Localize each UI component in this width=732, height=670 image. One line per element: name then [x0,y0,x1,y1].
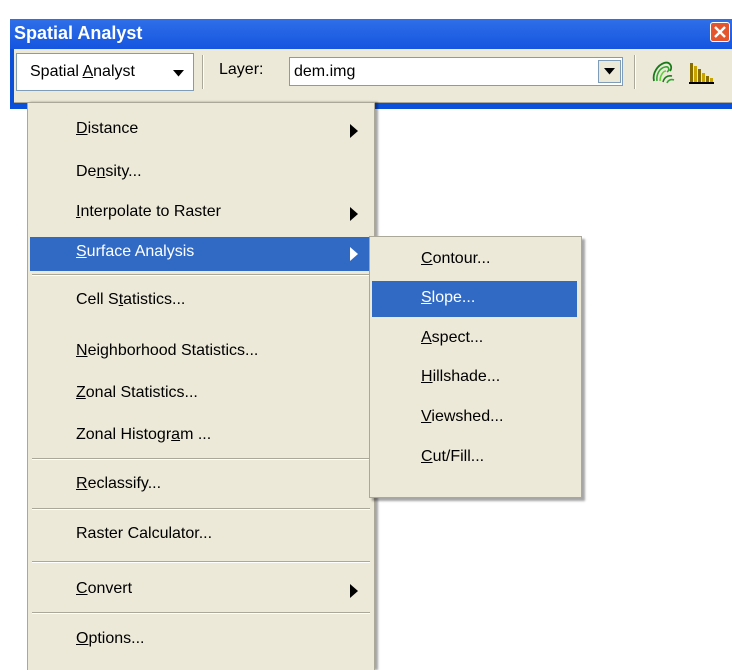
close-button[interactable] [710,22,730,42]
submenu-item-slope[interactable]: Slope... [372,281,577,317]
submenu-item-hillshade[interactable]: Hillshade... [372,360,577,396]
spatial-analyst-menu-button[interactable]: Spatial Analyst [16,53,194,91]
submenu-arrow-icon [350,124,358,138]
toolbar-body: Spatial Analyst Layer: dem.img [14,49,732,103]
menu-item-label: Options... [76,630,145,647]
submenu-item-label: Slope... [421,289,476,306]
spatial-analyst-toolbar: Spatial Analyst Spatial Analyst Layer: d… [10,19,732,109]
menu-item-label: Interpolate to Raster [76,203,221,220]
submenu-item-label: Viewshed... [421,408,504,425]
submenu-item-viewshed[interactable]: Viewshed... [372,400,577,436]
menu-item-label: Zonal Statistics... [76,384,198,401]
menu-item-label: Distance [76,120,139,137]
title-bar[interactable]: Spatial Analyst [10,19,732,49]
submenu-item-label: Aspect... [421,329,484,346]
surface-analysis-submenu: Contour... Slope... Aspect... Hillshade.… [369,236,582,498]
toolbar-separator [202,55,204,89]
toolbar-separator [634,55,636,89]
menu-item-options[interactable]: Options... [30,624,372,658]
menu-separator [32,274,370,276]
menu-item-label: Cell Statistics... [76,291,186,308]
menu-item-cell-statistics[interactable]: Cell Statistics... [30,285,372,319]
menu-item-label: Neighborhood Statistics... [76,342,259,359]
layer-select[interactable]: dem.img [289,57,623,86]
menu-separator [32,508,370,510]
layer-dropdown-button[interactable] [598,60,621,83]
menu-item-raster-calculator[interactable]: Raster Calculator... [30,519,372,553]
create-contours-icon[interactable] [650,59,676,85]
submenu-arrow-icon [350,584,358,598]
spatial-analyst-menu: Distance Density... Interpolate to Raste… [27,102,375,670]
menu-separator [32,612,370,614]
menu-item-zonal-histogram[interactable]: Zonal Histogram ... [30,420,372,454]
histogram-icon[interactable] [688,60,714,86]
menu-item-density[interactable]: Density... [30,157,372,191]
menu-item-label: Convert [76,580,133,597]
menu-item-interpolate-to-raster[interactable]: Interpolate to Raster [30,197,372,231]
triangle-down-icon [604,68,615,75]
submenu-arrow-icon [350,247,358,261]
menu-item-label: Raster Calculator... [76,525,213,542]
close-icon [714,26,726,38]
submenu-item-label: Hillshade... [421,368,501,385]
menu-separator [32,561,370,563]
submenu-item-label: Cut/Fill... [421,448,485,465]
submenu-item-cut-fill[interactable]: Cut/Fill... [372,440,577,476]
menu-item-zonal-statistics[interactable]: Zonal Statistics... [30,378,372,412]
submenu-item-label: Contour... [421,250,491,267]
triangle-down-icon [173,70,184,77]
submenu-item-contour[interactable]: Contour... [372,242,577,278]
submenu-arrow-icon [350,207,358,221]
layer-label: Layer: [219,61,264,78]
menu-item-reclassify[interactable]: Reclassify... [30,469,372,503]
menu-item-label: Surface Analysis [76,243,195,260]
menu-item-label: Reclassify... [76,475,162,492]
menu-item-convert[interactable]: Convert [30,574,372,608]
window-title: Spatial Analyst [14,23,143,43]
submenu-item-aspect[interactable]: Aspect... [372,321,577,357]
spatial-analyst-menu-label: Spatial Analyst [30,63,135,80]
layer-value: dem.img [294,63,356,80]
menu-item-label: Density... [76,163,142,180]
menu-item-label: Zonal Histogram ... [76,426,212,443]
menu-separator [32,458,370,460]
menu-item-surface-analysis[interactable]: Surface Analysis [30,237,372,271]
menu-item-neighborhood-statistics[interactable]: Neighborhood Statistics... [30,336,372,370]
menu-item-distance[interactable]: Distance [30,114,372,148]
